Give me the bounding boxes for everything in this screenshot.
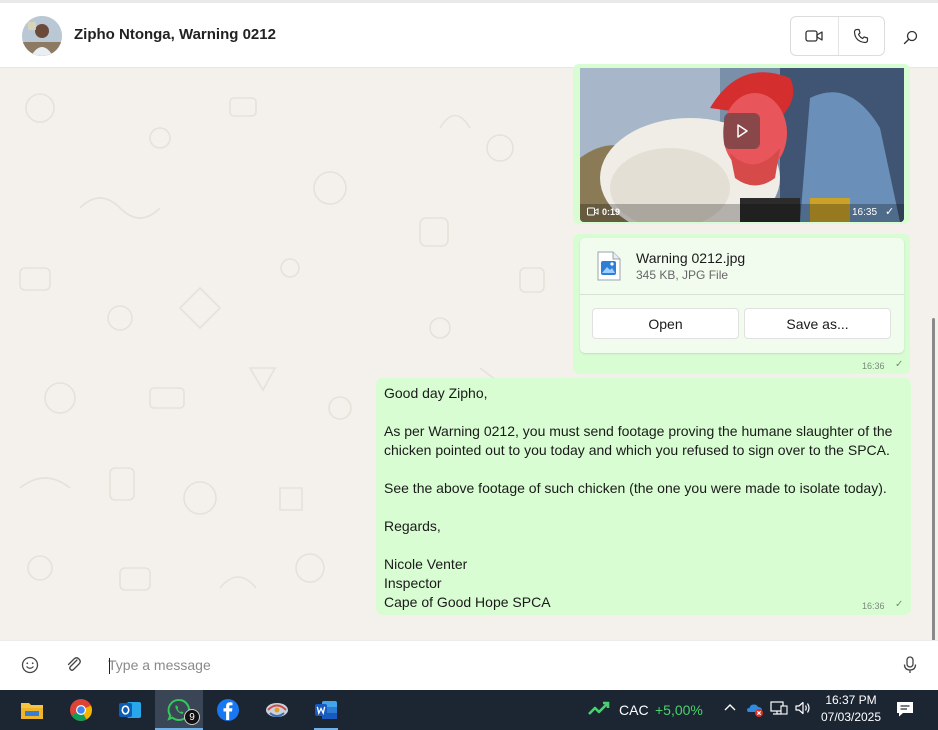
whatsapp-unread-badge: 9 [184,709,200,725]
message-line: Nicole Venter [384,556,468,572]
message-line: chicken pointed out to you today and whi… [384,442,890,458]
stock-chart-icon [588,701,610,715]
open-file-button[interactable]: Open [592,308,739,339]
file-explorer-icon [21,703,43,719]
file-name: Warning 0212.jpg [636,250,746,266]
chat-scrollbar[interactable] [932,318,935,688]
outlook-icon [119,702,141,718]
facebook-icon [217,699,239,721]
message-line: Good day Zipho, [384,385,488,401]
sent-check-icon: ✓ [895,359,904,370]
microphone-icon [903,656,917,673]
emoji-button[interactable] [20,655,40,680]
taskbar-outlook[interactable] [106,690,154,730]
voice-call-button[interactable] [837,17,885,55]
app-icon [266,703,288,717]
message-line: Cape of Good Hope SPCA [384,594,551,610]
paperclip-icon [67,657,81,671]
network-icon[interactable] [770,700,788,716]
video-call-button[interactable] [791,17,838,55]
stock-name[interactable]: CAC [619,702,649,718]
save-as-button[interactable]: Save as... [744,308,891,339]
taskbar-app[interactable] [253,690,301,730]
video-camera-icon [587,207,599,216]
call-buttons [790,16,885,56]
message-line: Inspector [384,575,442,591]
play-button[interactable] [724,113,760,149]
contact-avatar[interactable] [22,16,62,56]
sent-check-icon: ✓ [895,599,904,610]
emoji-icon [21,656,39,674]
volume-icon[interactable] [794,700,812,716]
stock-change[interactable]: +5,00% [655,702,703,718]
message-timestamp: 16:36 [862,601,885,611]
taskbar-chrome[interactable] [57,690,105,730]
image-file-icon [597,251,621,281]
search-button[interactable] [898,25,922,49]
message-composer [0,640,938,690]
search-icon [903,30,917,44]
clock-date: 07/03/2025 [820,710,882,724]
video-camera-icon [805,30,823,42]
notifications-icon[interactable] [896,700,914,718]
chat-title[interactable]: Zipho Ntonga, Warning 0212 [74,26,276,43]
attach-button[interactable] [64,655,84,680]
chevron-up-icon[interactable] [722,700,738,716]
video-duration: 0:19 [602,207,621,217]
message-line: As per Warning 0212, you must send foota… [384,423,893,439]
taskbar-word[interactable] [302,690,350,730]
message-timestamp: 16:36 [862,361,885,371]
chrome-icon [70,699,92,721]
word-icon [315,701,337,719]
message-timestamp: 16:35 [852,207,878,218]
file-divider [580,294,904,295]
taskbar-file-explorer[interactable] [8,690,56,730]
text-message-bubble [376,378,911,615]
play-icon [737,124,748,138]
sent-check-icon: ✓ [885,206,895,218]
message-line: Regards, [384,518,441,534]
phone-icon [854,28,869,44]
taskbar-clock[interactable]: 16:37 PM 07/03/2025 [818,692,884,726]
text-caret [109,658,110,674]
file-meta: 345 KB, JPG File [636,268,729,282]
message-input[interactable] [108,653,868,677]
taskbar-facebook[interactable] [204,690,252,730]
message-line: See the above footage of such chicken (t… [384,480,887,496]
onedrive-icon[interactable] [746,700,766,718]
voice-message-button[interactable] [900,655,920,680]
clock-time: 16:37 PM [825,693,877,707]
chat-header: Zipho Ntonga, Warning 0212 [0,0,938,68]
